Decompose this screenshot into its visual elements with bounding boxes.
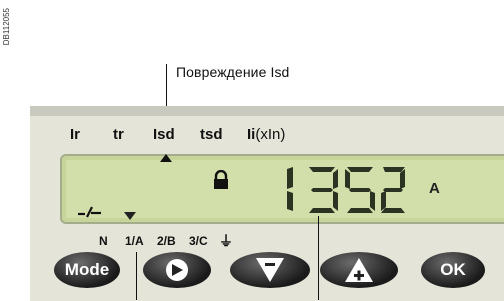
phase-leader-line xyxy=(136,252,137,300)
lock-icon xyxy=(214,170,228,189)
ok-button-label: OK xyxy=(440,260,466,279)
param-ir: Ir xyxy=(70,126,81,143)
callout-label: Повреждение Isd xyxy=(176,64,290,80)
param-ii-suffix: (xIn) xyxy=(255,126,286,143)
phase-3c: 3/C xyxy=(189,234,208,248)
arrow-right-icon xyxy=(166,259,188,281)
display-leader-line xyxy=(318,216,319,300)
arrow-up-plus-icon xyxy=(345,258,373,282)
navigate-right-button[interactable] xyxy=(143,252,211,288)
lcd-digits xyxy=(287,167,405,213)
param-ii: Ii(xIn) xyxy=(247,126,285,143)
ground-icon: ⏚ xyxy=(219,233,233,249)
param-tsd: tsd xyxy=(200,126,223,143)
lcd-unit: A xyxy=(429,180,440,197)
increase-button[interactable] xyxy=(320,252,398,288)
phase-n: N xyxy=(99,234,108,248)
ok-button[interactable]: OK xyxy=(421,252,485,288)
phase-1a: 1/A xyxy=(125,234,144,248)
trip-symbol-icon xyxy=(78,206,101,218)
phase-selector-arrow-icon xyxy=(124,212,136,220)
mode-button-label: Mode xyxy=(64,260,110,279)
param-tr: tr xyxy=(113,126,124,143)
mode-button[interactable]: Mode xyxy=(54,252,120,288)
figure-code: DB112055 xyxy=(2,8,11,46)
decrease-button[interactable] xyxy=(230,252,310,288)
selection-arrow-up-icon xyxy=(160,154,172,162)
param-isd: Isd xyxy=(153,126,175,143)
panel-top-strip xyxy=(30,106,504,116)
arrow-down-minus-icon xyxy=(256,258,284,282)
phase-2b: 2/B xyxy=(157,234,176,248)
